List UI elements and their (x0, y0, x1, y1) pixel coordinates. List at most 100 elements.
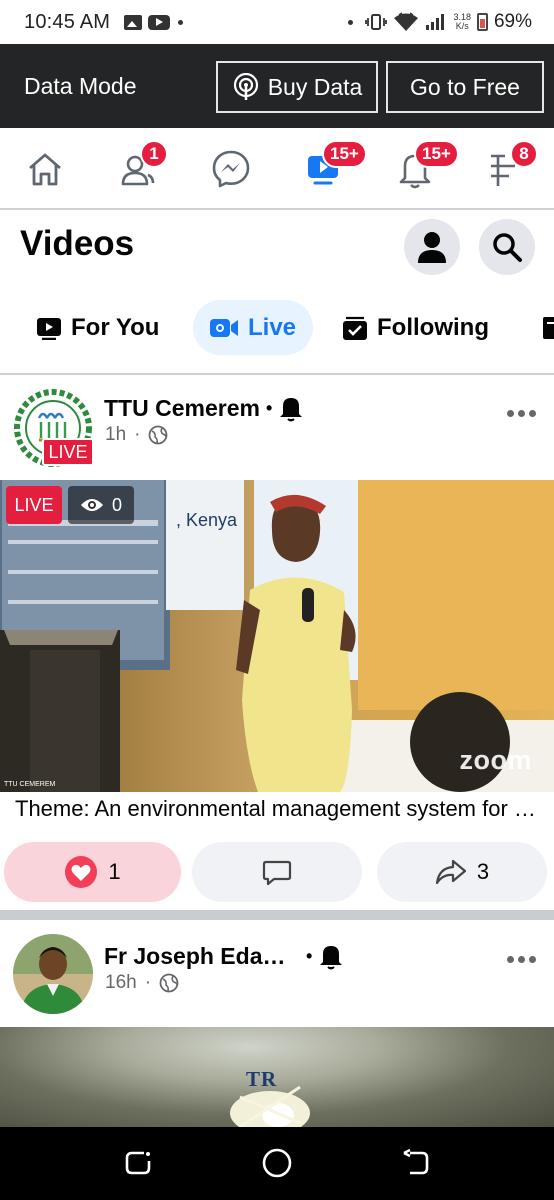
back-icon[interactable] (400, 1147, 432, 1179)
system-icons: 3.18 K/s 69% (348, 11, 532, 33)
viewer-count: 0 (68, 486, 134, 524)
wifi-icon (394, 12, 419, 31)
battery-icon (476, 13, 488, 31)
status-time: 10:45 AM (24, 10, 111, 33)
nav-home[interactable] (20, 144, 70, 194)
notifications-badge: 15+ (414, 140, 459, 168)
avatar[interactable] (13, 934, 93, 1014)
video-overlay-text: TR (246, 1067, 278, 1091)
reaction-count: 1 (108, 859, 121, 884)
battery-percent: 69% (493, 11, 532, 32)
post-more-button[interactable] (507, 410, 536, 417)
buy-data-label: Buy Data (267, 73, 363, 100)
comment-icon (262, 860, 292, 886)
search-button[interactable] (479, 219, 535, 275)
network-speed-unit: K/s (455, 21, 469, 31)
meta-separator: · (144, 972, 152, 993)
profile-button[interactable] (404, 219, 460, 275)
friends-badge: 1 (140, 140, 168, 168)
more-dot-icon (518, 410, 525, 417)
vibrate-icon (365, 14, 388, 30)
network-speed: 3.18 K/s (453, 13, 471, 31)
separator-dot: • (265, 397, 273, 418)
author-name: Fr Joseph Edamaram (104, 942, 290, 969)
post-time: 1h (105, 424, 127, 445)
menu-badge: 8 (510, 140, 538, 168)
search-icon (493, 233, 522, 262)
meta-separator: · (134, 424, 141, 445)
share-count: 3 (476, 859, 490, 884)
post-meta: 16h · (105, 972, 179, 994)
more-dot-icon (529, 956, 536, 963)
notification-icons (124, 14, 184, 30)
data-mode-bar: Data Mode Buy Data Go to Free (0, 44, 554, 128)
post-separator (0, 910, 554, 920)
post-header: TTU Cemerem • 1h · (0, 382, 554, 482)
youtube-notification-icon (148, 14, 171, 30)
post-actions: 1 3 (0, 842, 554, 906)
tab-saved-overflow[interactable] (526, 300, 554, 355)
share-button[interactable]: 3 (377, 842, 547, 902)
home-button-icon[interactable] (261, 1147, 293, 1179)
cell-signal-icon (426, 14, 445, 30)
bell-subscribed-icon[interactable] (278, 394, 304, 422)
page-title: Videos (20, 224, 135, 263)
share-icon (435, 859, 466, 885)
comment-button[interactable] (192, 842, 362, 902)
top-navigation: 1 15+ 15+ 8 (0, 128, 554, 210)
play-icon (37, 317, 61, 340)
go-to-free-label: Go to Free (410, 73, 520, 100)
status-dot-icon (348, 19, 354, 25)
post-caption[interactable]: Theme: An environmental management syste… (15, 796, 545, 822)
post-more-button[interactable] (507, 956, 536, 963)
post-time: 16h (105, 972, 137, 993)
recent-apps-icon[interactable] (122, 1147, 154, 1179)
more-dot-icon (518, 956, 525, 963)
live-video-player[interactable]: , Kenya LIVE 0 zoom TTU CEMEREM (0, 480, 554, 792)
nav-watch[interactable]: 15+ (298, 140, 367, 194)
tab-for-you-label: For You (71, 313, 160, 341)
status-bar: 10:45 AM 3.18 K/s 69% (0, 0, 554, 44)
eye-icon (80, 499, 103, 511)
buy-data-button[interactable]: Buy Data (216, 61, 378, 113)
live-camera-icon (210, 318, 238, 337)
heart-reaction-icon (65, 856, 98, 888)
separator-dot: • (306, 945, 313, 966)
facebook-videos-screen: 10:45 AM 3.18 K/s 69% Data Mode Buy Data (0, 0, 554, 1200)
bookmark-icon (543, 316, 554, 339)
tab-following[interactable]: Following (326, 300, 505, 355)
messenger-icon (212, 150, 250, 188)
nav-friends[interactable]: 1 (112, 140, 168, 194)
saved-icon (343, 316, 367, 340)
svg-text:, Kenya: , Kenya (176, 510, 238, 530)
bell-subscribed-icon[interactable] (318, 942, 344, 970)
person-avatar-icon (13, 934, 93, 1014)
post-author[interactable]: TTU Cemerem • (104, 394, 304, 422)
tabs-divider (0, 373, 554, 375)
watch-badge: 15+ (322, 140, 367, 168)
nav-menu[interactable]: 8 (480, 140, 538, 194)
more-dot-icon (529, 410, 536, 417)
zoom-watermark: zoom (459, 745, 532, 775)
nav-messenger[interactable] (206, 144, 256, 194)
globe-icon (149, 425, 168, 445)
post-author[interactable]: Fr Joseph Edamaram • (104, 942, 344, 970)
more-dot-icon (507, 410, 514, 417)
tab-for-you[interactable]: For You (20, 300, 175, 355)
tab-following-label: Following (377, 313, 489, 341)
like-button[interactable]: 1 (4, 842, 181, 902)
data-mode-label: Data Mode (24, 72, 137, 99)
tab-live[interactable]: Live (193, 300, 313, 355)
video-player[interactable]: TR (0, 1027, 554, 1127)
more-dot-icon (507, 956, 514, 963)
author-name: TTU Cemerem (104, 394, 260, 421)
nav-notifications[interactable]: 15+ (390, 140, 459, 194)
tab-live-label: Live (248, 313, 297, 341)
go-to-free-button[interactable]: Go to Free (386, 61, 544, 113)
videos-header: Videos (0, 210, 554, 282)
home-icon (29, 153, 61, 186)
profile-icon (418, 232, 446, 263)
gallery-notification-icon (124, 14, 143, 30)
viewer-count-value: 0 (111, 494, 122, 515)
avatar-live-badge: LIVE (42, 438, 94, 466)
